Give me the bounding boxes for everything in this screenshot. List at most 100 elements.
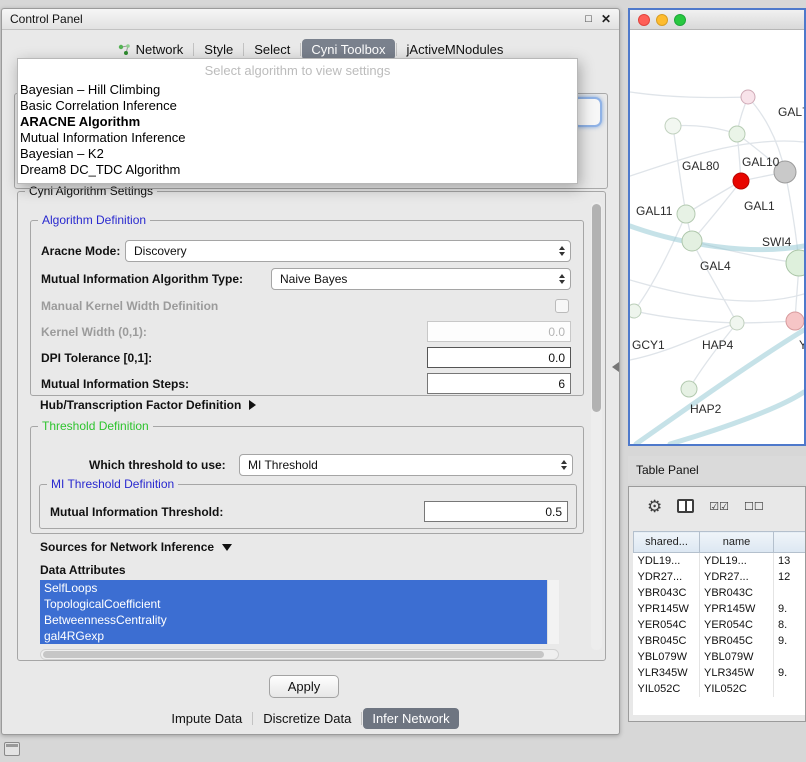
mi-threshold-definition-group: MI Threshold Definition Mutual Informati… bbox=[39, 484, 577, 529]
control-panel-tabs: NetworkStyle Select Cyni ToolboxjActiveMNo… bbox=[2, 39, 619, 60]
apply-button[interactable]: Apply bbox=[269, 675, 339, 698]
table-toolbar: ⚙ ☑☑ ☐☐ bbox=[629, 487, 805, 525]
column-layout-icon[interactable] bbox=[677, 499, 694, 513]
table-row[interactable]: YBR045CYBR045C9. bbox=[634, 633, 806, 649]
table-cell: 8. bbox=[774, 617, 806, 633]
data-attributes-list[interactable]: SelfLoopsTopologicalCoefficientBetweenne… bbox=[40, 580, 559, 644]
network-edge bbox=[634, 311, 737, 323]
table-cell: YLR345W bbox=[700, 665, 774, 681]
tab-label: Impute Data bbox=[171, 711, 242, 726]
network-node[interactable] bbox=[681, 381, 697, 397]
algorithm-option[interactable]: Bayesian – Hill Climbing bbox=[18, 82, 577, 98]
algorithm-option[interactable]: Mutual Information Inference bbox=[18, 130, 577, 146]
mi-steps-value: 6 bbox=[558, 377, 565, 391]
mi-steps-field[interactable]: 6 bbox=[427, 373, 571, 394]
manual-kernel-checkbox[interactable] bbox=[555, 299, 569, 313]
dpi-tolerance-field[interactable]: 0.0 bbox=[427, 347, 571, 368]
network-node[interactable] bbox=[677, 205, 695, 223]
minimize-traffic-light-icon[interactable] bbox=[656, 14, 668, 26]
network-node[interactable] bbox=[665, 118, 681, 134]
network-window-titlebar bbox=[630, 10, 804, 30]
zoom-traffic-light-icon[interactable] bbox=[674, 14, 686, 26]
hub-definition-toggle[interactable]: Hub/Transcription Factor Definition bbox=[40, 398, 256, 412]
attributes-vscrollbar[interactable] bbox=[547, 580, 559, 644]
algorithm-option[interactable]: Dream8 DC_TDC Algorithm bbox=[18, 162, 577, 178]
column-header[interactable]: shared... bbox=[634, 532, 700, 553]
mi-threshold-label: Mutual Information Threshold: bbox=[50, 505, 223, 519]
tab-style[interactable]: Style bbox=[195, 39, 242, 60]
network-node[interactable] bbox=[733, 173, 749, 189]
data-attribute-item[interactable]: TopologicalCoefficient bbox=[40, 596, 547, 612]
sources-label: Sources for Network Inference bbox=[40, 540, 214, 554]
data-attribute-item[interactable]: gal4RGexp bbox=[40, 628, 547, 644]
tab-cyni-toolbox[interactable]: Cyni Toolbox bbox=[302, 39, 394, 60]
control-panel-titlebar: Control Panel □ ✕ bbox=[2, 9, 619, 30]
table-row[interactable]: YDL19...YDL19...13 bbox=[634, 553, 806, 569]
table-row[interactable]: YIL052CYIL052C bbox=[634, 681, 806, 697]
aracne-mode-select[interactable]: Discovery bbox=[125, 240, 571, 262]
table-panel-window: ⚙ ☑☑ ☐☐ shared...name YDL19...YDL19...13… bbox=[628, 486, 806, 722]
attributes-hscrollbar-thumb[interactable] bbox=[43, 651, 544, 658]
kernel-width-field[interactable]: 0.0 bbox=[427, 321, 571, 342]
network-canvas[interactable]: GAL7GAL80GAL10GAL11GAL1SWI4GAL4GCY1HAP4Y… bbox=[630, 30, 804, 444]
network-node[interactable] bbox=[730, 316, 744, 330]
table-row[interactable]: YBR043CYBR043C bbox=[634, 585, 806, 601]
table-cell: YPR145W bbox=[700, 601, 774, 617]
float-panel-icon[interactable]: □ bbox=[585, 13, 592, 25]
tab-label: Select bbox=[254, 42, 290, 57]
table-panel-header: Table Panel bbox=[628, 456, 806, 484]
tab-jactivemnodules[interactable]: jActiveMNodules bbox=[398, 39, 513, 60]
mi-threshold-definition-title: MI Threshold Definition bbox=[47, 477, 178, 491]
bottom-tab-impute-data[interactable]: Impute Data bbox=[162, 708, 251, 729]
close-traffic-light-icon[interactable] bbox=[638, 14, 650, 26]
bottom-tab-infer-network[interactable]: Infer Network bbox=[363, 708, 458, 729]
network-node[interactable] bbox=[741, 90, 755, 104]
network-icon bbox=[118, 43, 131, 56]
settings-scrollbar-thumb[interactable] bbox=[592, 204, 601, 412]
table-row[interactable]: YBL079WYBL079W bbox=[634, 649, 806, 665]
settings-gear-icon[interactable]: ⚙ bbox=[647, 498, 662, 515]
table-cell bbox=[774, 649, 806, 665]
network-node-label: SWI4 bbox=[762, 235, 792, 249]
which-threshold-select[interactable]: MI Threshold bbox=[239, 454, 573, 476]
settings-scrollbar[interactable] bbox=[591, 202, 602, 650]
table-row[interactable]: YLR345WYLR345W9. bbox=[634, 665, 806, 681]
network-node[interactable] bbox=[682, 231, 702, 251]
data-attribute-item[interactable]: SelfLoops bbox=[40, 580, 547, 596]
checked-pair-icon[interactable]: ☑☑ bbox=[709, 500, 729, 513]
algorithm-option[interactable]: Basic Correlation Inference bbox=[18, 98, 577, 114]
column-header[interactable]: name bbox=[700, 532, 774, 553]
tab-select[interactable]: Select bbox=[245, 39, 299, 60]
algorithm-option[interactable]: ARACNE Algorithm bbox=[18, 114, 577, 130]
tab-network[interactable]: Network bbox=[109, 39, 193, 60]
network-node[interactable] bbox=[786, 312, 804, 330]
network-edge bbox=[670, 392, 804, 444]
table-cell: 9. bbox=[774, 633, 806, 649]
table-row[interactable]: YPR145WYPR145W9. bbox=[634, 601, 806, 617]
bottom-tab-discretize-data[interactable]: Discretize Data bbox=[254, 708, 360, 729]
unchecked-pair-icon[interactable]: ☐☐ bbox=[744, 500, 764, 513]
network-node[interactable] bbox=[630, 304, 641, 318]
table-row[interactable]: YER054CYER054C8. bbox=[634, 617, 806, 633]
mi-type-select[interactable]: Naive Bayes bbox=[271, 268, 571, 290]
algorithm-option[interactable]: Bayesian – K2 bbox=[18, 146, 577, 162]
network-node[interactable] bbox=[729, 126, 745, 142]
data-attributes-label: Data Attributes bbox=[40, 563, 126, 577]
network-node[interactable] bbox=[786, 250, 804, 276]
close-panel-icon[interactable]: ✕ bbox=[601, 12, 611, 26]
attributes-hscrollbar[interactable] bbox=[40, 649, 559, 660]
data-attribute-item[interactable]: BetweennessCentrality bbox=[40, 612, 547, 628]
tab-separator bbox=[243, 43, 244, 56]
tab-separator bbox=[361, 712, 362, 725]
aracne-mode-value: Discovery bbox=[134, 244, 187, 258]
collapsed-panel-icon[interactable] bbox=[4, 742, 20, 756]
threshold-definition-group: Threshold Definition Which threshold to … bbox=[30, 426, 584, 534]
column-header[interactable] bbox=[774, 532, 806, 553]
panel-collapse-arrow-icon[interactable] bbox=[612, 362, 619, 372]
table-body: YDL19...YDL19...13YDR27...YDR27...12YBR0… bbox=[634, 553, 806, 697]
mi-threshold-field[interactable]: 0.5 bbox=[424, 501, 568, 522]
chevron-updown-icon bbox=[559, 274, 565, 284]
table-row[interactable]: YDR27...YDR27...12 bbox=[634, 569, 806, 585]
sources-toggle[interactable]: Sources for Network Inference bbox=[40, 540, 232, 554]
table-cell: YER054C bbox=[700, 617, 774, 633]
